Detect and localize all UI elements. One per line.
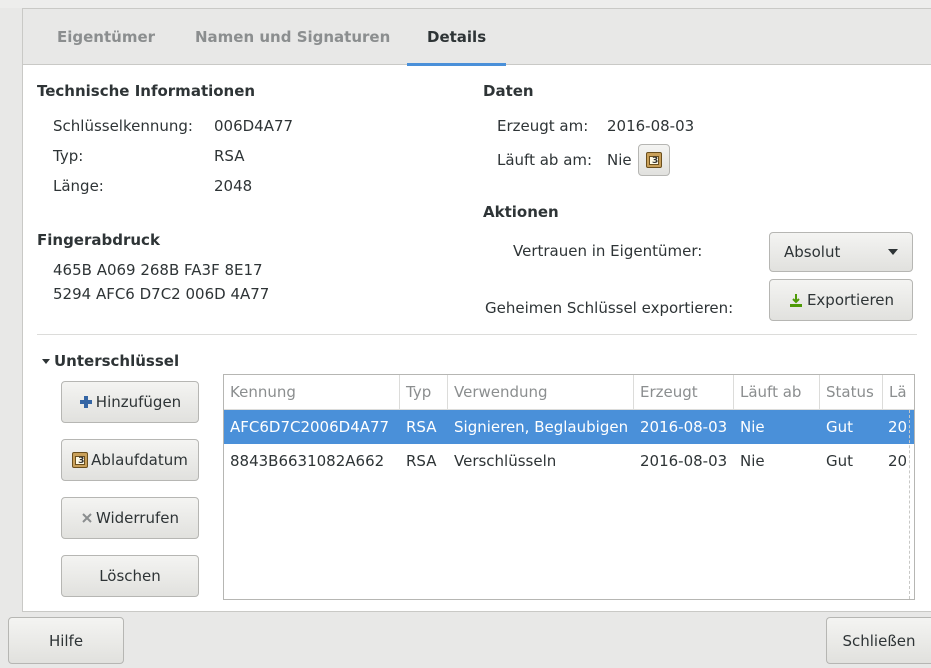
cell-status: Gut [826, 418, 854, 436]
tab-names-signatures[interactable]: Namen und Signaturen [195, 9, 390, 65]
owner-trust-label: Vertrauen in Eigentümer: [513, 242, 703, 260]
cell-type: RSA [406, 418, 437, 436]
cell-created: 2016-08-03 [640, 452, 728, 470]
dialog-top-strip [0, 0, 931, 8]
tab-owner[interactable]: Eigentümer [57, 9, 155, 65]
table-row[interactable]: AFC6D7C2006D4A77 RSA Signieren, Beglaubi… [224, 410, 914, 444]
delete-subkey-label: Löschen [99, 567, 161, 585]
chevron-down-icon [888, 249, 898, 255]
plus-icon [79, 395, 93, 409]
subkey-expiry-button[interactable]: Ablaufdatum [61, 439, 199, 481]
close-button[interactable]: Schließen [826, 617, 931, 664]
subkeys-heading: Unterschlüssel [54, 352, 180, 370]
technical-info-heading: Technische Informationen [37, 82, 256, 100]
export-button[interactable]: Exportieren [769, 279, 913, 321]
close-icon [81, 512, 93, 524]
column-header-type[interactable]: Typ [400, 375, 448, 410]
keyid-label: Schlüsselkennung: [53, 117, 193, 135]
table-row[interactable]: 8843B6631082A662 RSA Verschlüsseln 2016-… [224, 444, 914, 478]
expires-label: Läuft ab am: [497, 151, 593, 169]
created-label: Erzeugt am: [497, 117, 589, 135]
subkey-expiry-label: Ablaufdatum [91, 451, 188, 469]
cell-usage: Signieren, Beglaubigen [454, 418, 629, 436]
column-header-id[interactable]: Kennung [224, 375, 400, 410]
column-header-expires[interactable]: Läuft ab [734, 375, 820, 410]
keyid-value: 006D4A77 [214, 117, 294, 135]
export-button-label: Exportieren [806, 291, 895, 309]
table-header: Kennung Typ Verwendung Erzeugt Läuft ab … [224, 375, 914, 410]
change-expiry-button[interactable] [638, 144, 670, 176]
close-button-label: Schließen [842, 631, 916, 650]
cell-created: 2016-08-03 [640, 418, 728, 436]
cell-length: 20 [888, 418, 908, 436]
cell-usage: Verschlüsseln [454, 452, 557, 470]
tab-details[interactable]: Details [406, 9, 507, 66]
calendar-icon [72, 452, 89, 468]
type-value: RSA [214, 147, 245, 165]
add-subkey-label: Hinzufügen [95, 393, 182, 411]
section-divider [37, 334, 917, 335]
revoke-subkey-button[interactable]: Widerrufen [61, 497, 199, 539]
delete-subkey-button[interactable]: Löschen [61, 555, 199, 597]
cell-type: RSA [406, 452, 437, 470]
fingerprint-heading: Fingerabdruck [37, 231, 160, 249]
type-label: Typ: [53, 147, 84, 165]
cell-expires: Nie [740, 452, 765, 470]
help-button[interactable]: Hilfe [8, 617, 124, 664]
export-icon [788, 292, 804, 308]
cell-length: 20 [888, 452, 908, 470]
owner-trust-dropdown[interactable]: Absolut [769, 232, 913, 272]
help-button-label: Hilfe [48, 631, 84, 650]
column-resize-guide [909, 410, 910, 599]
subkeys-expander[interactable]: Unterschlüssel [41, 352, 179, 370]
cell-status: Gut [826, 452, 854, 470]
dates-heading: Daten [483, 82, 534, 100]
length-value: 2048 [214, 177, 253, 195]
calendar-icon [646, 152, 662, 168]
properties-panel: Eigentümer Namen und Signaturen Details … [22, 8, 931, 612]
subkeys-table[interactable]: Kennung Typ Verwendung Erzeugt Läuft ab … [223, 374, 915, 600]
column-header-status[interactable]: Status [820, 375, 883, 410]
owner-trust-value: Absolut [784, 243, 841, 261]
actions-heading: Aktionen [483, 203, 559, 221]
expander-down-icon [42, 359, 50, 364]
cell-expires: Nie [740, 418, 765, 436]
revoke-subkey-label: Widerrufen [95, 509, 179, 527]
cell-id: 8843B6631082A662 [230, 452, 385, 470]
created-value: 2016-08-03 [607, 117, 695, 135]
export-secret-label: Geheimen Schlüssel exportieren: [485, 299, 734, 317]
column-header-usage[interactable]: Verwendung [448, 375, 634, 410]
cell-id: AFC6D7C2006D4A77 [230, 418, 390, 436]
fingerprint-line-1: 465B A069 268B FA3F 8E17 [53, 261, 263, 279]
length-label: Länge: [53, 177, 104, 195]
column-header-created[interactable]: Erzeugt [634, 375, 734, 410]
column-header-length[interactable]: Lä [883, 375, 914, 410]
tab-bar: Eigentümer Namen und Signaturen Details [23, 9, 931, 66]
expires-value: Nie [607, 151, 632, 169]
fingerprint-line-2: 5294 AFC6 D7C2 006D 4A77 [53, 285, 270, 303]
add-subkey-button[interactable]: Hinzufügen [61, 381, 199, 423]
